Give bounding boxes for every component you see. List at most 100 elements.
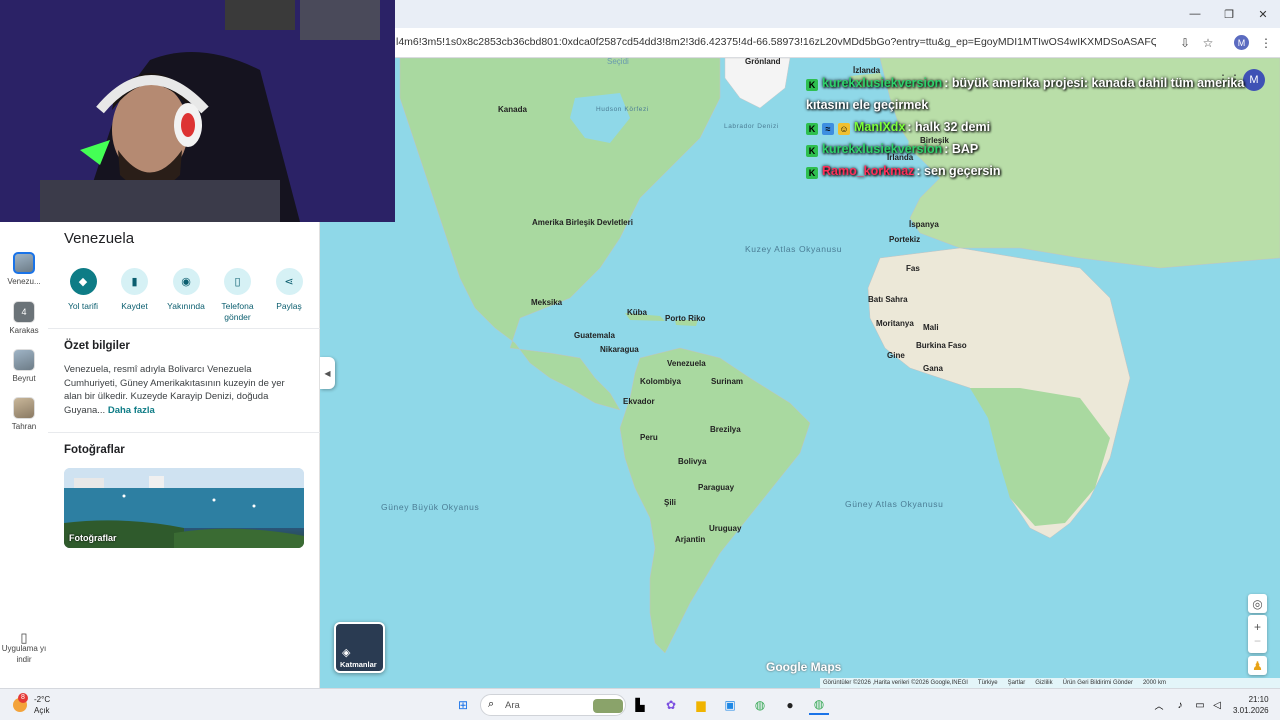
label-mauritania: Moritanya [876,319,914,328]
chrome-active-icon[interactable]: ◍ [809,695,829,715]
chat-text: : halk 32 demi [907,120,991,134]
label-peru: Peru [640,433,658,442]
photo-label: Fotoğraflar [69,533,117,543]
minimize-icon[interactable]: — [1178,0,1212,28]
label-uruguay: Uruguay [709,524,742,533]
rail-item-label: Tahran [11,422,37,431]
layers-label: Katmanlar [340,660,377,669]
save-button[interactable]: ▮ Kaydet [110,268,160,323]
file-explorer-icon[interactable]: ▆ [691,695,711,715]
search-placeholder: Ara [505,700,520,711]
label-south-pacific: Güney Büyük Okyanus [381,502,480,512]
label-chile: Şili [664,498,677,507]
summary-title: Özet bilgiler [64,340,130,352]
chat-username: kurekxlusiekversion [822,142,943,156]
chat-message: Kkurekxlusiekversion: BAP [806,138,1256,160]
rail-item-venezuela[interactable]: Venezu... [0,252,48,286]
stream-chat-overlay: Kkurekxlusiekversion: büyük amerika proj… [806,72,1256,182]
rail-item-label: Venezu... [7,277,41,286]
url-text[interactable]: l4m6!3m5!1s0x8c2853cb36cbd801:0xdca0f258… [396,36,1156,48]
label-canada: Kanada [498,105,527,114]
label-colombia: Kolombiya [640,377,681,386]
label-brazil: Brezilya [710,425,741,434]
rail-item-label: Beyrut [12,374,36,383]
google-maps-logo: Google Maps [766,660,842,674]
label-ecuador: Ekvador [623,397,655,406]
directions-button[interactable]: ◆ Yol tarifi [58,268,108,323]
nearby-button[interactable]: ◉ Yakınında [161,268,211,323]
attribution-terms[interactable]: Şartlar [1008,680,1026,686]
taskbar-search[interactable]: ⌕ Ara [480,694,626,716]
photo-card[interactable]: Fotoğraflar [64,468,304,548]
weather-icon: 8 [13,693,28,712]
label-labrador: Labrador Denizi [724,123,779,130]
attribution-feedback[interactable]: Ürün Geri Bildirimi Gönder [1063,680,1133,686]
action-label: Paylaş [276,301,302,311]
close-icon[interactable]: ✕ [1246,0,1280,28]
chat-badge-icon: ≈ [822,123,834,135]
store-icon[interactable]: ▣ [720,695,740,715]
taskbar: 8 -2°C Açık ⊞ ⌕ Ara ▙ ✿ ▆ ▣ ◍ ● ◍ ︿ ♪ ▭ … [0,688,1280,720]
collapse-panel-button[interactable]: ◀ [320,357,335,389]
chat-message: Kkurekxlusiekversion: büyük amerika proj… [806,72,1256,116]
send-to-phone-button[interactable]: ▯ Telefona gönder [213,268,263,323]
label-bolivia: Bolivya [678,457,707,466]
label-mali: Mali [923,323,939,332]
microphone-icon[interactable]: ♪ [1170,695,1190,715]
label-spain: İspanya [909,220,939,229]
layers-button[interactable]: ◈ Katmanlar [334,622,385,673]
label-portugal: Portekiz [889,235,921,244]
chrome-icon[interactable]: ◍ [750,695,770,715]
zoom-out-icon[interactable]: − [1254,634,1261,648]
volume-icon[interactable]: ◁ [1207,695,1227,715]
rail-item-beyrut[interactable]: Beyrut [0,349,48,383]
share-button[interactable]: ⋖ Paylaş [264,268,314,323]
attribution-region[interactable]: Türkiye [978,680,998,686]
app-icon[interactable]: ● [780,695,800,715]
attribution-data: Görüntüler ©2026 ,Harita verileri ©2026 … [823,680,968,686]
tray-overflow-icon[interactable]: ︿ [1149,695,1169,715]
weather-condition: Açık [34,706,50,715]
recent-places-rail: Venezu... 4 Karakas Beyrut Tahran ▯ Uygu… [0,222,48,688]
rail-thumb: 4 [13,301,35,323]
bookmark-star-icon[interactable]: ☆ [1199,34,1217,52]
screen: — ❐ ✕ l4m6!3m5!1s0x8c2853cb36cbd801:0xdc… [0,0,1280,720]
install-app-icon[interactable]: ⇩ [1176,34,1194,52]
search-highlight-image [593,699,623,713]
rail-thumb [13,397,35,419]
divider [48,328,320,329]
label-burkina-faso: Burkina Faso [916,341,967,350]
photos-title: Fotoğraflar [64,444,125,456]
windows-start-icon[interactable]: ⊞ [453,695,473,715]
action-label: Yakınında [167,301,205,311]
search-icon: ⌕ [488,698,495,710]
chat-badge-icon: K [806,123,818,135]
restore-icon[interactable]: ❐ [1212,0,1246,28]
zoom-in-icon[interactable]: + [1254,620,1261,634]
place-actions: ◆ Yol tarifi ▮ Kaydet ◉ Yakınında ▯ Tele… [58,268,314,323]
label-venezuela: Venezuela [667,359,706,368]
map-scale[interactable]: 2000 km [1143,680,1166,686]
rail-item-karakas[interactable]: 4 Karakas [0,301,48,335]
divider [48,432,320,433]
rail-item-label: Karakas [9,326,39,335]
profile-avatar[interactable]: M [1234,35,1249,50]
more-link[interactable]: Daha fazla [108,405,155,416]
download-app-button[interactable]: ▯ Uygulama yı indir [0,631,48,665]
nearby-icon: ◉ [172,268,200,295]
clock-time: 21:10 [1248,695,1269,704]
weather-text[interactable]: -2°C Açık [34,694,50,716]
action-label: Yol tarifi [68,301,98,311]
my-location-icon[interactable]: ◎ [1248,594,1267,613]
attribution-privacy[interactable]: Gizlilik [1035,680,1052,686]
phone-icon: ▯ [224,268,251,295]
clock[interactable]: 21:10 3.01.2026 [1233,694,1269,716]
weather-widget[interactable]: 8 [10,693,30,715]
chat-message: K ≈ ☺ ManIXdx: halk 32 demi [806,116,1256,138]
copilot-icon[interactable]: ✿ [661,695,681,715]
label-puerto-rico: Porto Riko [665,314,706,323]
pegman-icon[interactable]: ♟ [1248,656,1267,675]
task-view-icon[interactable]: ▙ [630,695,650,715]
more-menu-icon[interactable]: ⋮ [1257,34,1275,52]
rail-item-tahran[interactable]: Tahran [0,397,48,431]
